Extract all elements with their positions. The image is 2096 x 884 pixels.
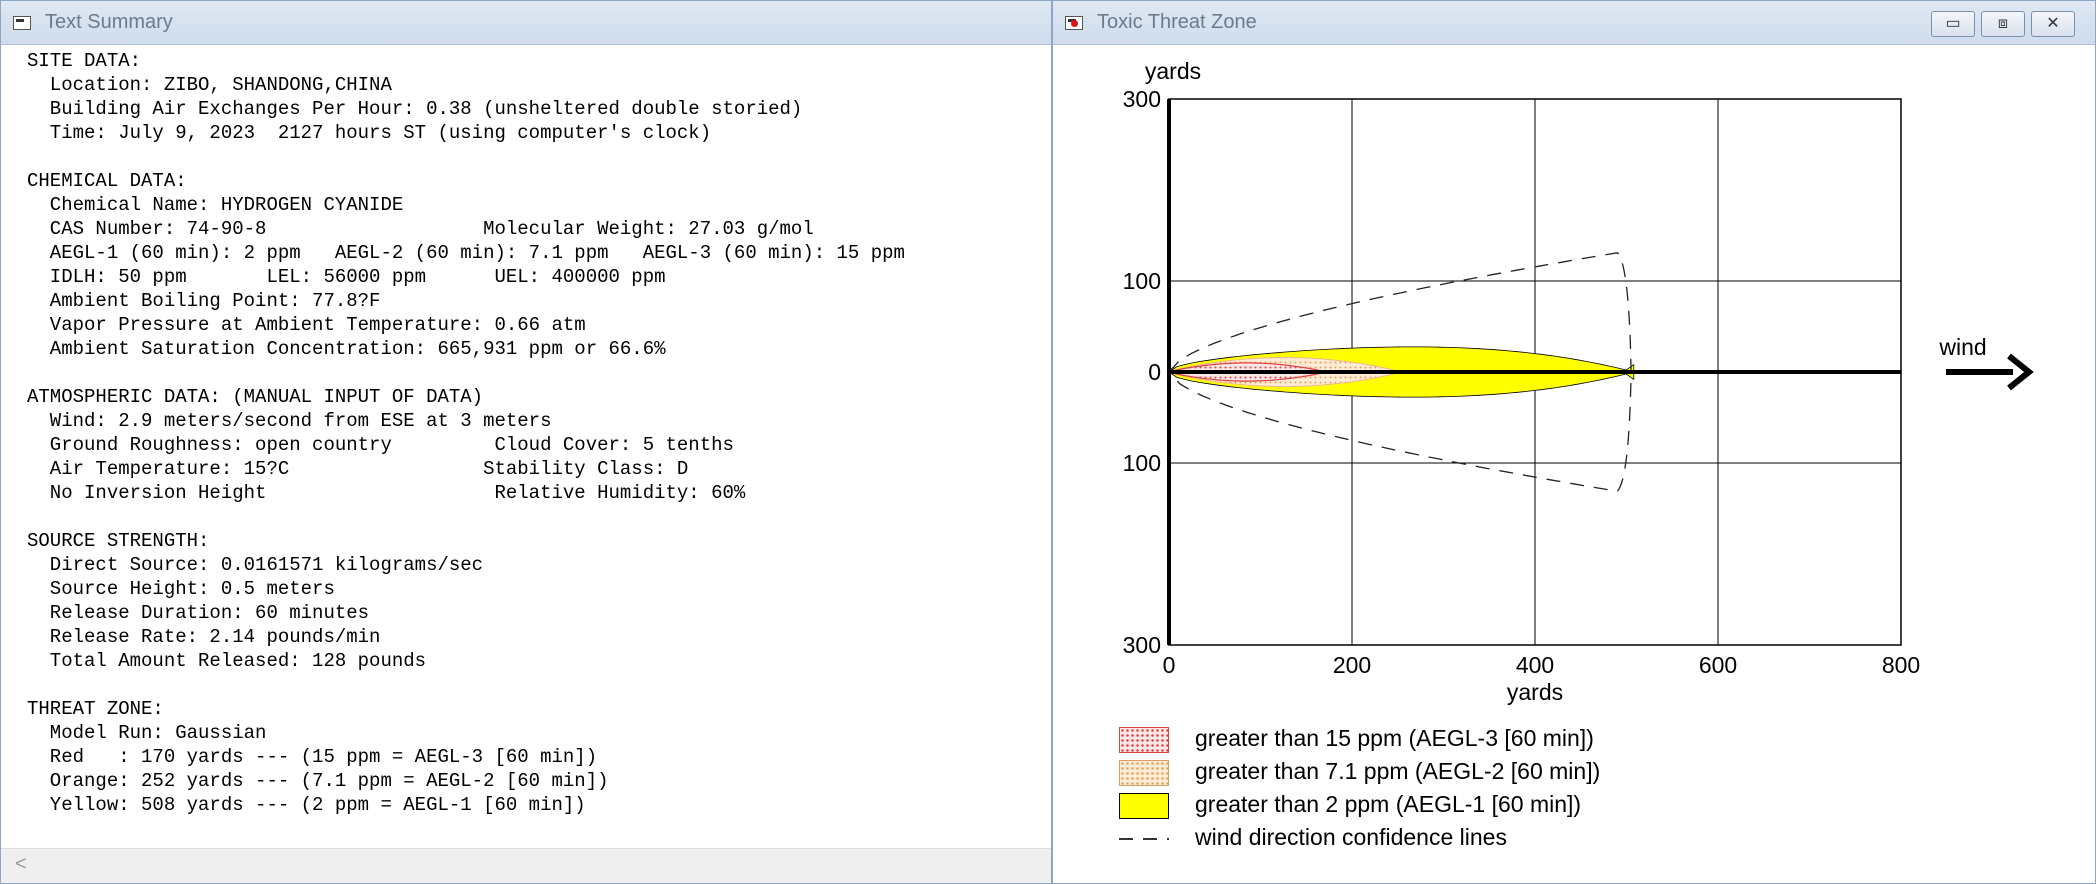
legend-swatch [1119,760,1169,786]
legend-label: wind direction confidence lines [1195,824,1507,850]
summary-line: Building Air Exchanges Per Hour: 0.38 (u… [27,98,803,120]
summary-line: Time: July 9, 2023 2127 hours ST (using … [27,122,712,144]
summary-line: THREAT ZONE: [27,698,164,720]
text-summary-window: Text Summary SITE DATA: Location: ZIBO, … [0,0,1052,884]
summary-line: ATMOSPHERIC DATA: (MANUAL INPUT OF DATA) [27,386,484,408]
summary-title: Text Summary [45,11,173,33]
x-axis-label: yards [1507,679,1563,705]
y-tick-label: 300 [1123,86,1161,112]
summary-line: Air Temperature: 15?C Stability Class: D [27,458,689,480]
summary-line: Total Amount Released: 128 pounds [27,650,427,672]
summary-line: Ambient Boiling Point: 77.8?F [27,290,381,312]
legend-swatch [1119,727,1169,753]
summary-line [27,673,1051,697]
summary-line [27,145,1051,169]
legend-swatch [1119,838,1169,840]
wind-label: wind [1938,334,1986,360]
summary-line: Yellow: 508 yards --- (2 ppm = AEGL-1 [6… [27,794,586,816]
summary-line [27,361,1051,385]
close-button[interactable]: ✕ [2031,11,2075,37]
horizontal-scrollbar[interactable]: < [1,848,1051,883]
summary-text: SITE DATA: Location: ZIBO, SHANDONG,CHIN… [1,45,1051,849]
minimize-button[interactable]: ▭ [1931,11,1975,37]
x-tick-label: 400 [1516,652,1554,678]
summary-line: No Inversion Height Relative Humidity: 6… [27,482,746,504]
summary-line: Direct Source: 0.0161571 kilograms/sec [27,554,484,576]
summary-line: Red : 170 yards --- (15 ppm = AEGL-3 [60… [27,746,598,768]
summary-line: Location: ZIBO, SHANDONG,CHINA [27,74,392,96]
legend-label: greater than 2 ppm (AEGL-1 [60 min]) [1195,791,1582,817]
legend-item: greater than 2 ppm (AEGL-1 [60 min]) [1119,791,1719,821]
legend-swatch [1119,793,1169,819]
summary-line: CHEMICAL DATA: [27,170,187,192]
scroll-left-icon[interactable]: < [15,853,27,876]
threat-titlebar[interactable]: Toxic Threat Zone ▭ ⧈ ✕ [1053,1,2095,45]
summary-line [27,505,1051,529]
summary-line: SOURCE STRENGTH: [27,530,210,552]
summary-line: SITE DATA: [27,50,142,72]
summary-line: AEGL-1 (60 min): 2 ppm AEGL-2 (60 min): … [27,242,905,264]
app-icon [1065,16,1083,30]
legend-label: greater than 7.1 ppm (AEGL-2 [60 min]) [1195,758,1601,784]
summary-line: Source Height: 0.5 meters [27,578,335,600]
legend-item: wind direction confidence lines [1119,824,1719,854]
summary-line: Vapor Pressure at Ambient Temperature: 0… [27,314,586,336]
threat-chart-area: 300 100 0 100 300 0 200 400 600 800 yards yards wind… [1053,45,2095,873]
summary-line: Release Rate: 2.14 pounds/min [27,626,381,648]
legend-item: greater than 15 ppm (AEGL-3 [60 min]) [1119,725,1719,755]
summary-line: Orange: 252 yards --- (7.1 ppm = AEGL-2 … [27,770,609,792]
y-tick-label: 300 [1123,632,1161,658]
summary-line: Chemical Name: HYDROGEN CYANIDE [27,194,404,216]
x-tick-label: 200 [1333,652,1371,678]
threat-title: Toxic Threat Zone [1097,11,1257,33]
x-tick-label: 600 [1699,652,1737,678]
y-axis-label: yards [1145,58,1201,84]
threat-zone-window: Toxic Threat Zone ▭ ⧈ ✕ 300 100 0 100 300 0 20… [1052,0,2096,884]
maximize-button[interactable]: ⧈ [1981,11,2025,37]
legend-label: greater than 15 ppm (AEGL-3 [60 min]) [1195,725,1594,751]
y-tick-label: 100 [1123,450,1161,476]
summary-line: Release Duration: 60 minutes [27,602,370,624]
summary-titlebar[interactable]: Text Summary [1,1,1051,45]
summary-line: CAS Number: 74-90-8 Molecular Weight: 27… [27,218,814,240]
summary-line: Ambient Saturation Concentration: 665,93… [27,338,666,360]
legend-item: greater than 7.1 ppm (AEGL-2 [60 min]) [1119,758,1719,788]
summary-line: Wind: 2.9 meters/second from ESE at 3 me… [27,410,552,432]
y-tick-label: 100 [1123,268,1161,294]
summary-line: IDLH: 50 ppm LEL: 56000 ppm UEL: 400000 … [27,266,666,288]
x-tick-label: 800 [1882,652,1920,678]
summary-line: Model Run: Gaussian [27,722,267,744]
x-tick-label: 0 [1163,652,1176,678]
app-icon [13,16,31,30]
summary-line: Ground Roughness: open country Cloud Cov… [27,434,734,456]
y-tick-label: 0 [1148,359,1161,385]
